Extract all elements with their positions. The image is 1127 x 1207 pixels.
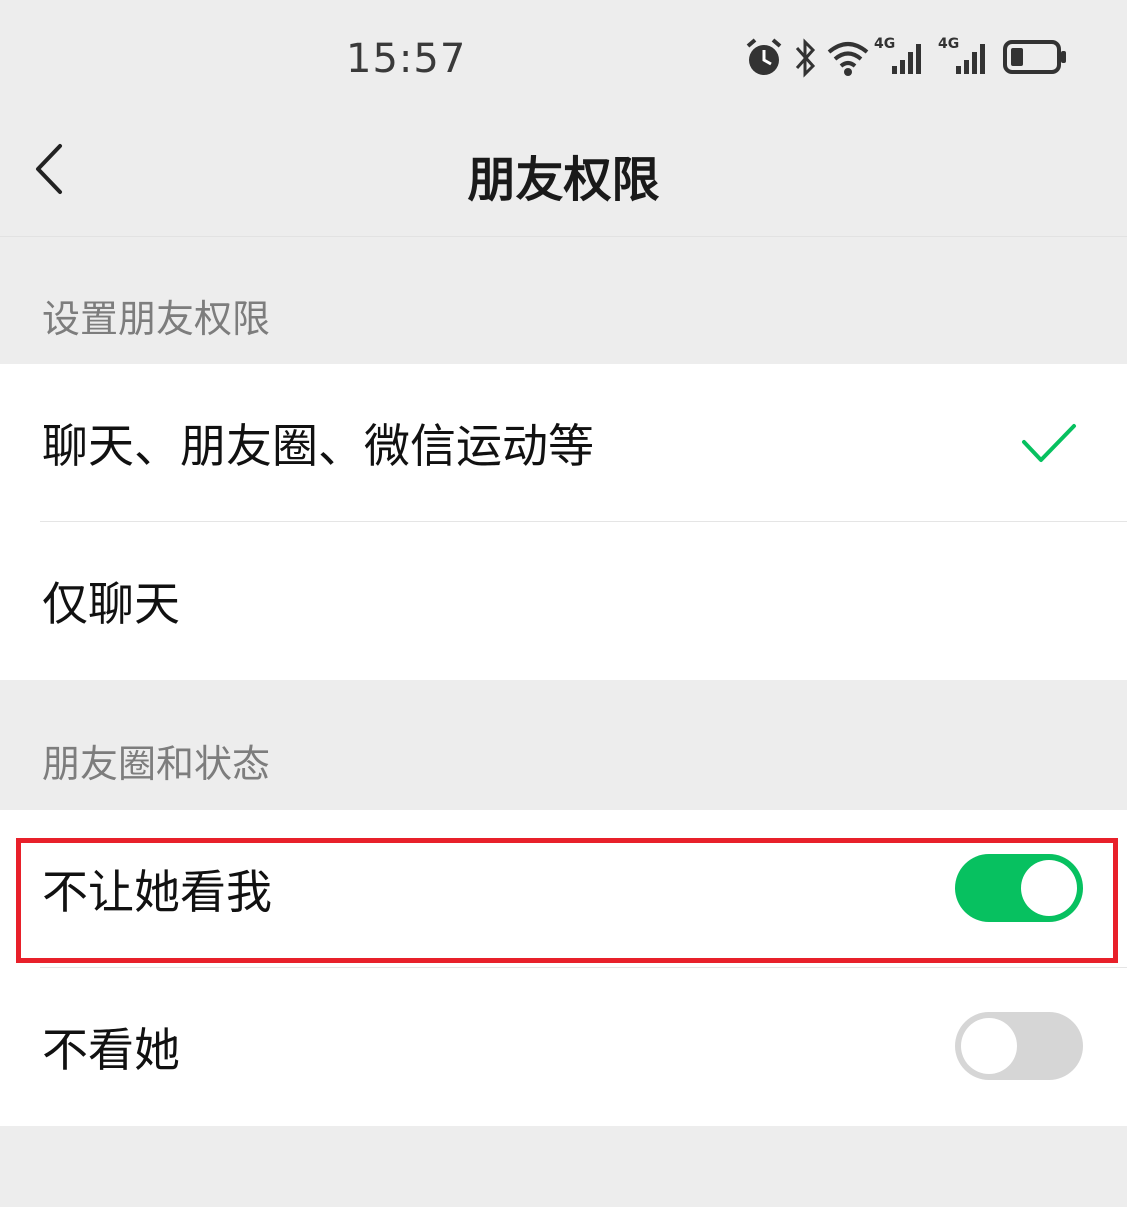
status-time: 15:57 [346, 36, 467, 82]
section-header-permissions: 设置朋友权限 [0, 237, 1127, 363]
moments-toggles-group: 不让她看我 不看她 [0, 810, 1127, 1126]
nav-bar: 朋友权限 [0, 110, 1127, 237]
option-chat-only[interactable]: 仅聊天 [0, 522, 1127, 680]
toggle-knob [961, 1018, 1017, 1074]
bluetooth-icon [792, 36, 820, 84]
alarm-icon [744, 36, 784, 84]
option-chat-moments-werun[interactable]: 聊天、朋友圈、微信运动等 [0, 364, 1127, 522]
friend-permissions-screen: 15:57 4G 4G 朋友权限 设置朋友权限 聊天、朋友圈、微信运动等 仅聊天… [0, 0, 1127, 1207]
toggle-row-hide-my-posts: 不让她看我 [0, 810, 1127, 968]
option-label: 聊天、朋友圈、微信运动等 [42, 419, 594, 473]
status-bar: 15:57 4G 4G [0, 0, 1127, 110]
toggle-label: 不让她看我 [42, 865, 272, 919]
hide-my-posts-toggle[interactable] [955, 854, 1083, 922]
status-icons: 4G 4G [744, 36, 1074, 82]
battery-icon [1002, 36, 1068, 84]
option-label: 仅聊天 [42, 577, 180, 631]
wifi-icon [826, 36, 870, 84]
toggle-row-hide-her-posts: 不看她 [0, 968, 1127, 1126]
section-header-label: 设置朋友权限 [42, 297, 271, 341]
toggle-label: 不看她 [42, 1023, 180, 1077]
toggle-knob [1021, 860, 1077, 916]
page-title: 朋友权限 [467, 152, 660, 208]
checkmark-icon [1022, 424, 1076, 462]
section-header-moments: 朋友圈和状态 [0, 682, 1127, 808]
hide-her-posts-toggle[interactable] [955, 1012, 1083, 1080]
permission-options-group: 聊天、朋友圈、微信运动等 仅聊天 [0, 364, 1127, 680]
section-header-label: 朋友圈和状态 [42, 742, 271, 786]
